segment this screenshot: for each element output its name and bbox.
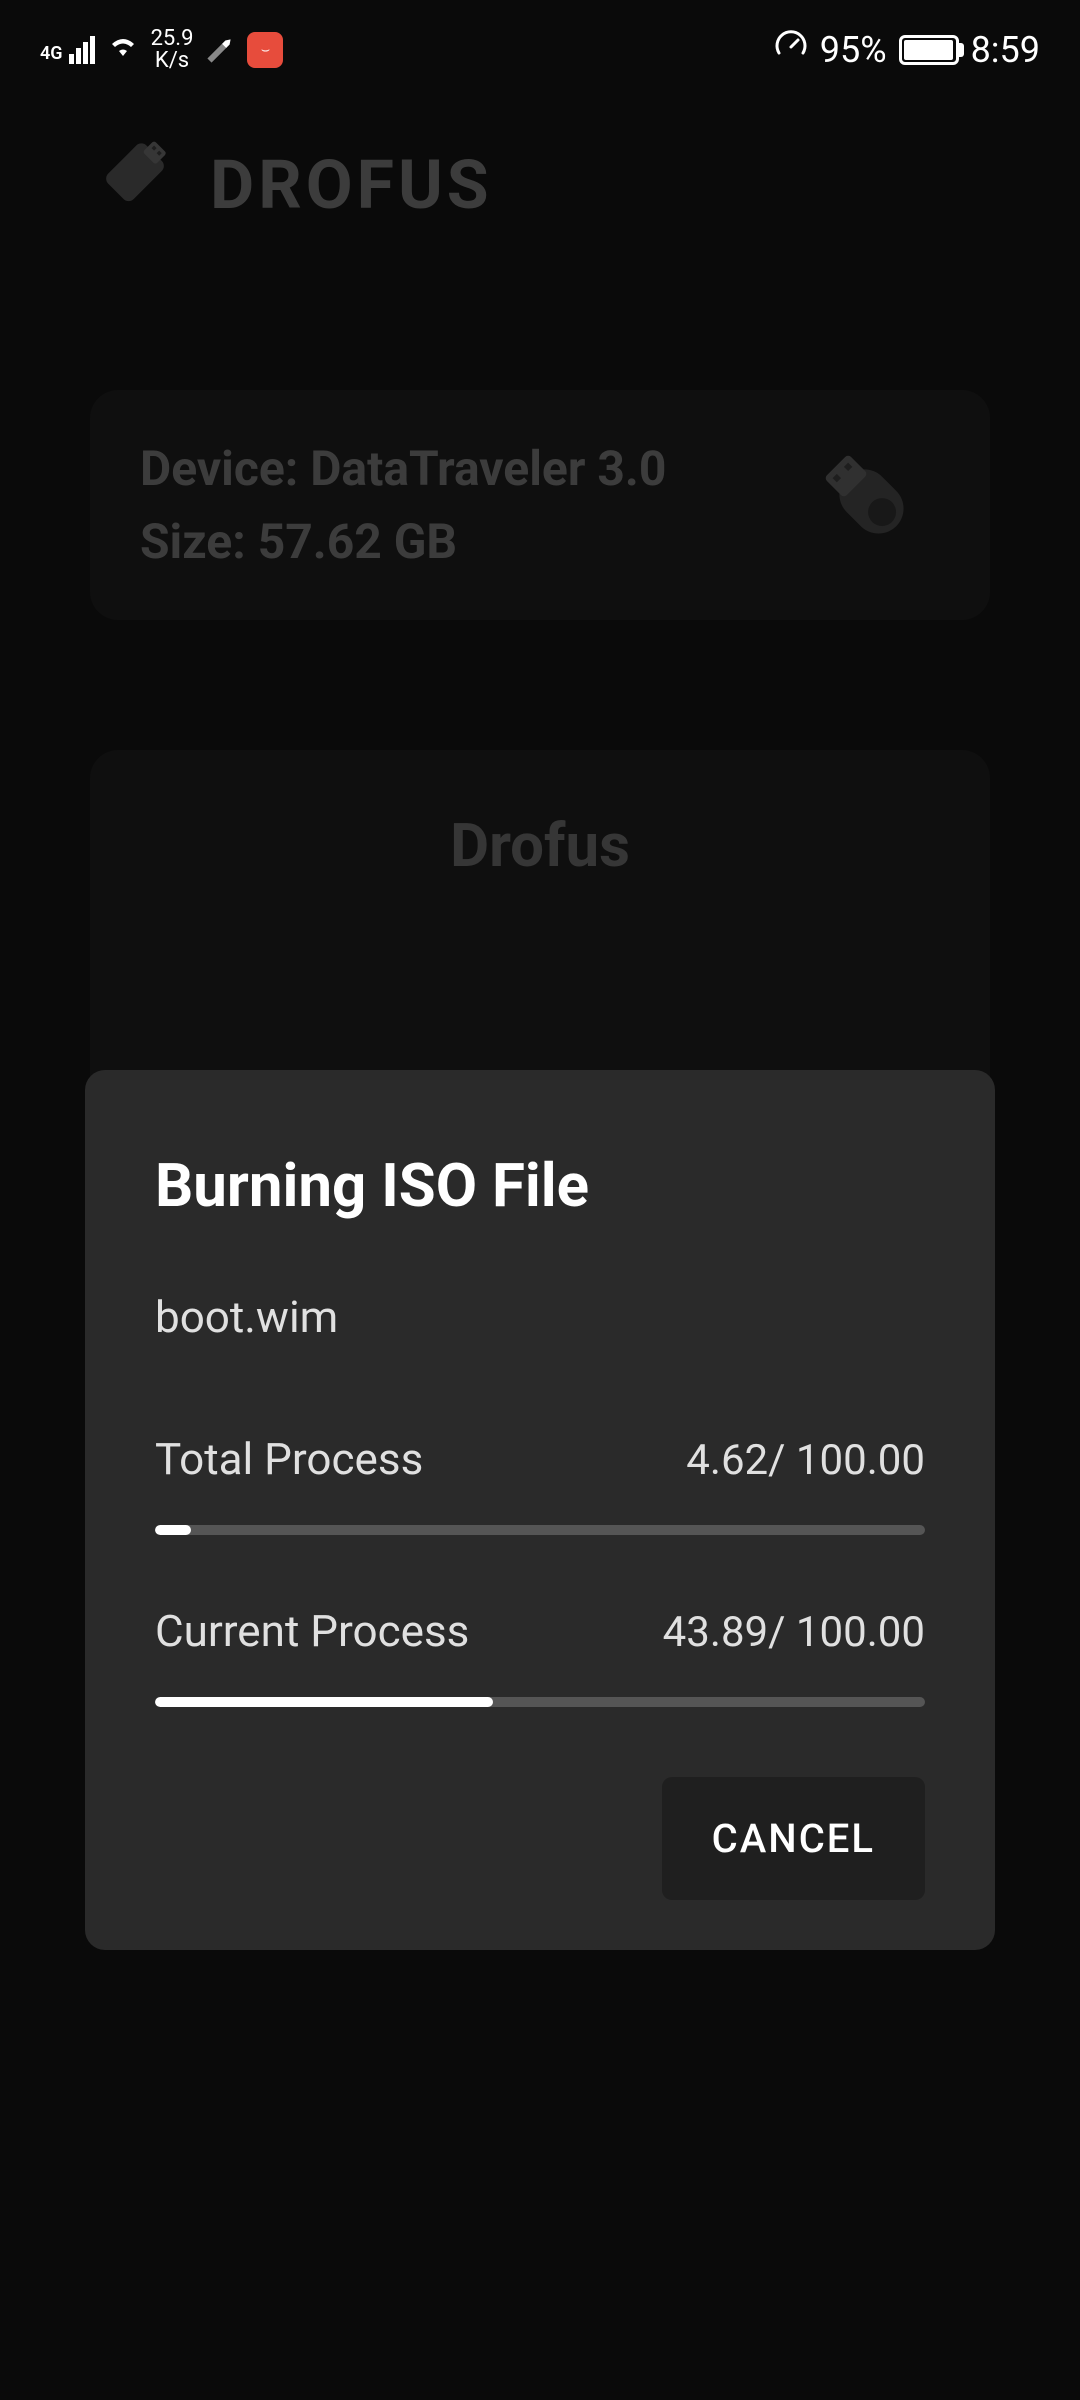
dialog-actions: CANCEL	[155, 1777, 925, 1900]
total-progress-fill	[155, 1525, 191, 1535]
burning-dialog: Burning ISO File boot.wim Total Process …	[85, 1070, 995, 1950]
modal-overlay: Burning ISO File boot.wim Total Process …	[0, 0, 1080, 2400]
total-progress-label: Total Process	[155, 1433, 423, 1485]
total-progress-bar	[155, 1525, 925, 1535]
dialog-title: Burning ISO File	[155, 1150, 925, 1221]
current-progress-value: 43.89/ 100.00	[663, 1608, 925, 1657]
current-progress-label: Current Process	[155, 1605, 469, 1657]
total-progress-section: Total Process 4.62/ 100.00	[155, 1433, 925, 1535]
dialog-filename: boot.wim	[155, 1291, 925, 1343]
cancel-button[interactable]: CANCEL	[662, 1777, 925, 1900]
current-progress-bar	[155, 1697, 925, 1707]
current-progress-fill	[155, 1697, 493, 1707]
current-progress-section: Current Process 43.89/ 100.00	[155, 1605, 925, 1707]
total-progress-value: 4.62/ 100.00	[686, 1436, 925, 1485]
